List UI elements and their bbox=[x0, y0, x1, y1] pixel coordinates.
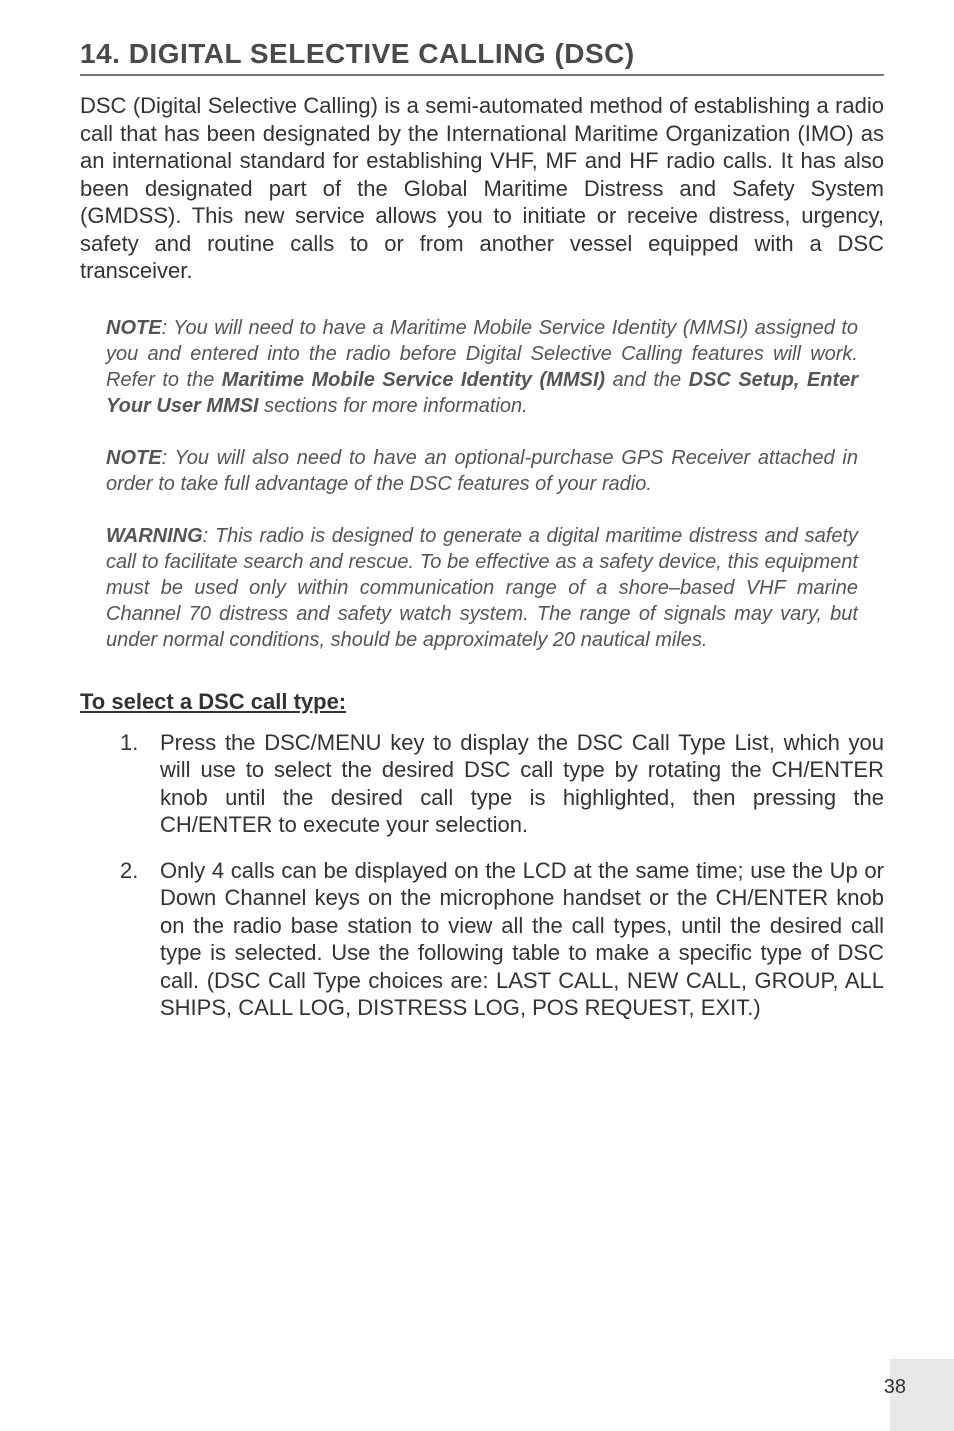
note-2: NOTE: You will also need to have an opti… bbox=[80, 445, 884, 497]
note-2-body: : You will also need to have an optional… bbox=[106, 447, 858, 495]
steps-list: 1. Press the DSC/MENU key to display the… bbox=[80, 729, 884, 1022]
section-title: 14. DIGITAL SELECTIVE CALLING (DSC) bbox=[80, 38, 884, 76]
intro-paragraph: DSC (Digital Selective Calling) is a sem… bbox=[80, 92, 884, 285]
step-2-body: Only 4 calls can be displayed on the LCD… bbox=[160, 857, 884, 1022]
warning-body: : This radio is designed to generate a d… bbox=[106, 525, 858, 651]
step-1-body: Press the DSC/MENU key to display the DS… bbox=[160, 729, 884, 839]
warning-lead: WARNING bbox=[106, 525, 203, 547]
note-2-lead: NOTE bbox=[106, 447, 162, 469]
warning: WARNING: This radio is designed to gener… bbox=[80, 523, 884, 653]
note-1-post: sections for more information. bbox=[259, 395, 528, 417]
step-1-number: 1. bbox=[120, 729, 138, 839]
note-1-link-mmsi: Maritime Mobile Service Identity (MMSI) bbox=[222, 369, 605, 391]
note-1: NOTE: You will need to have a Maritime M… bbox=[80, 315, 884, 419]
step-2: 2. Only 4 calls can be displayed on the … bbox=[120, 857, 884, 1022]
step-1: 1. Press the DSC/MENU key to display the… bbox=[120, 729, 884, 839]
note-1-lead: NOTE bbox=[106, 317, 162, 339]
step-2-number: 2. bbox=[120, 857, 138, 1022]
note-1-mid: and the bbox=[605, 369, 689, 391]
page-number: 38 bbox=[884, 1376, 906, 1399]
subheading-select-dsc-call-type: To select a DSC call type: bbox=[80, 689, 884, 715]
